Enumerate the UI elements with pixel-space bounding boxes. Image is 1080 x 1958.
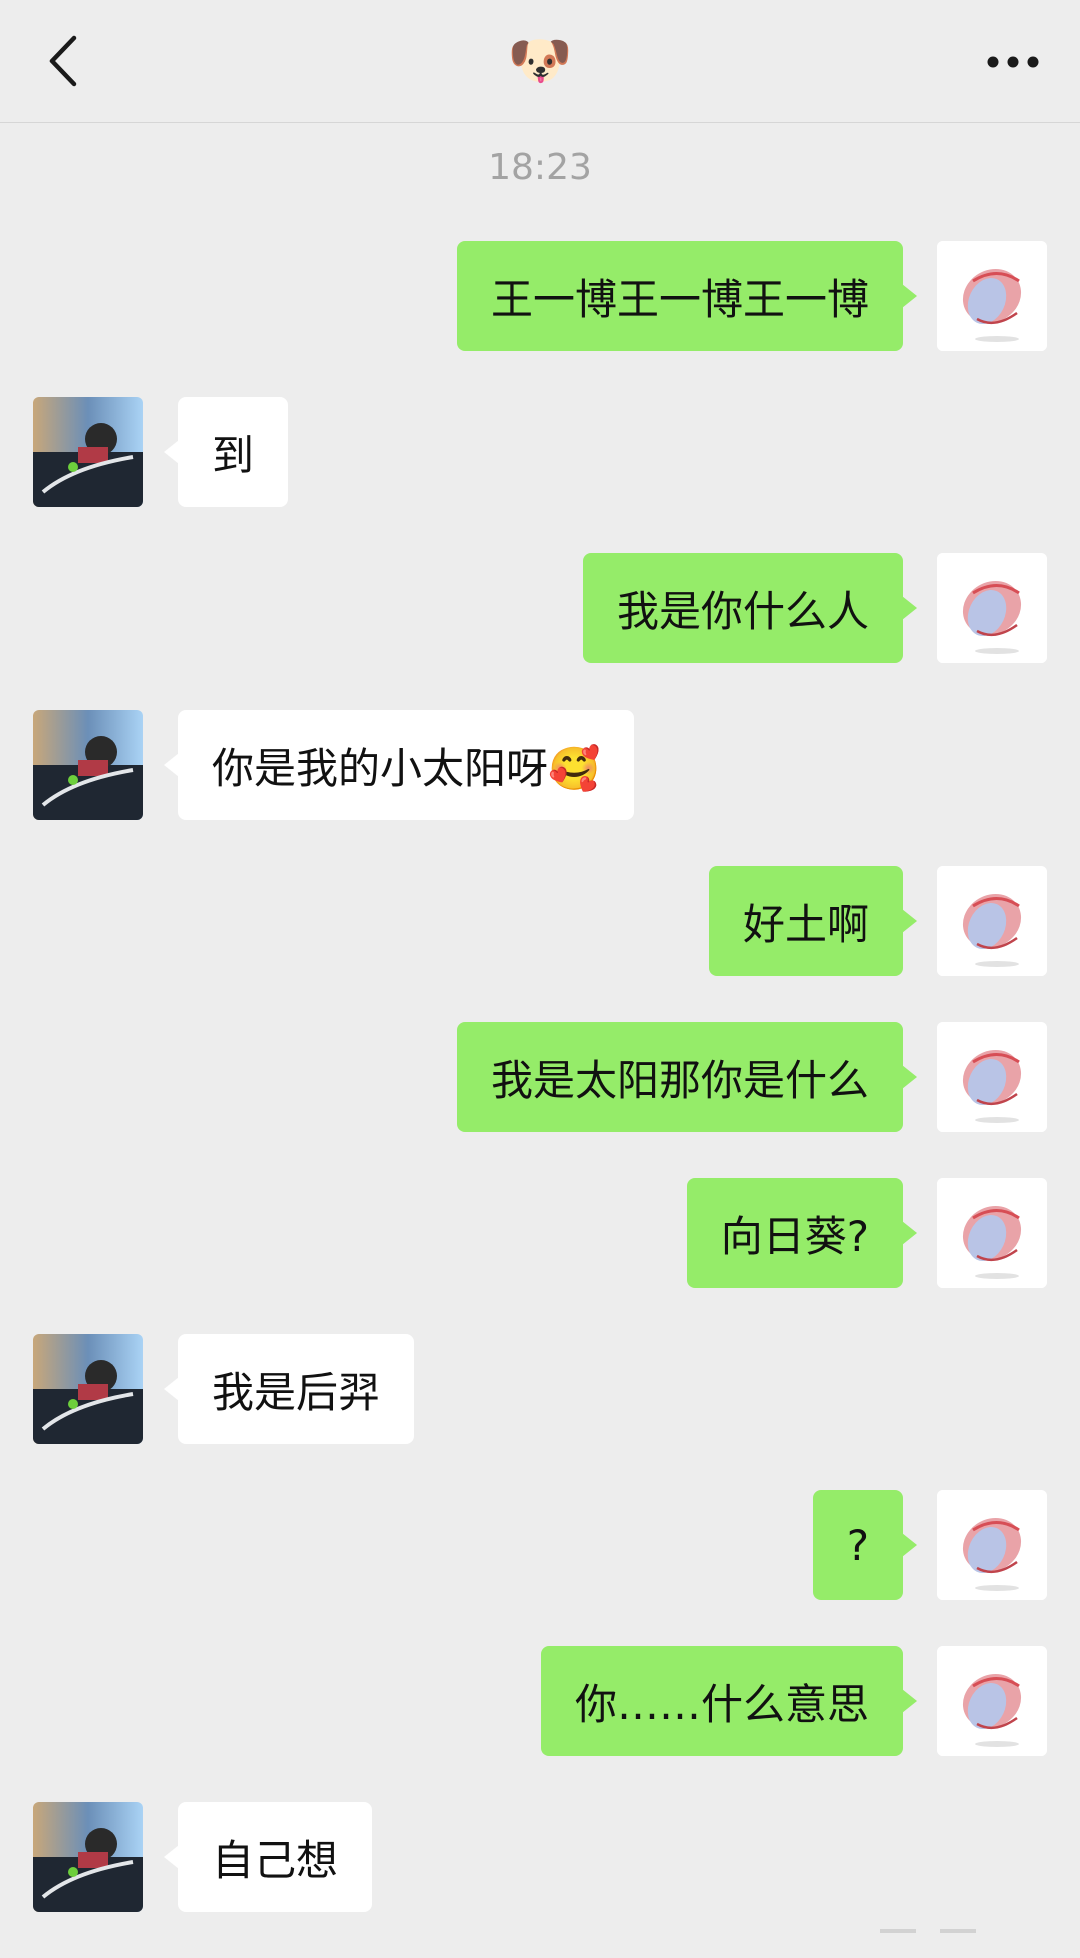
message-row: 王一博王一博王一博 <box>0 241 1080 353</box>
my-avatar[interactable] <box>937 1646 1047 1756</box>
chat-header: 🐶 <box>0 0 1080 123</box>
more-options-button[interactable] <box>986 40 1040 84</box>
message-row: 我是你什么人 <box>0 553 1080 665</box>
my-avatar[interactable] <box>937 1178 1047 1288</box>
received-message-bubble[interactable]: 自己想 <box>163 1802 373 1912</box>
my-avatar[interactable] <box>937 1022 1047 1132</box>
chevron-left-icon <box>49 35 77 87</box>
message-row: 向日葵? <box>0 1178 1080 1290</box>
sent-message-bubble[interactable]: 我是你什么人 <box>582 553 918 663</box>
my-avatar[interactable] <box>937 553 1047 663</box>
my-avatar[interactable] <box>937 241 1047 351</box>
message-row: ? <box>0 1490 1080 1602</box>
my-avatar[interactable] <box>937 1490 1047 1600</box>
message-row: 你是我的小太阳呀🥰 <box>0 710 1080 822</box>
contact-avatar[interactable] <box>33 710 143 820</box>
message-row: 好土啊 <box>0 866 1080 978</box>
message-timestamp: 18:23 <box>488 147 592 188</box>
message-row: 我是后羿 <box>0 1334 1080 1446</box>
message-row: 你……什么意思 <box>0 1646 1080 1758</box>
sent-message-bubble[interactable]: 我是太阳那你是什么 <box>456 1022 918 1132</box>
chat-title: 🐶 <box>507 31 573 91</box>
received-message-bubble[interactable]: 你是我的小太阳呀🥰 <box>163 710 635 820</box>
sent-message-bubble[interactable]: 王一博王一博王一博 <box>456 241 918 351</box>
more-dots-icon <box>987 56 1039 68</box>
watermark-bars-icon <box>860 1920 1080 1933</box>
received-message-bubble[interactable]: 我是后羿 <box>163 1334 415 1444</box>
back-button[interactable] <box>40 30 90 92</box>
message-row: 自己想 <box>0 1802 1080 1914</box>
contact-avatar[interactable] <box>33 1334 143 1444</box>
received-message-bubble[interactable]: 到 <box>163 397 289 507</box>
message-row: 我是太阳那你是什么 <box>0 1022 1080 1134</box>
sent-message-bubble[interactable]: 你……什么意思 <box>540 1646 918 1756</box>
sent-message-bubble[interactable]: ? <box>812 1490 918 1600</box>
contact-avatar[interactable] <box>33 1802 143 1912</box>
sent-message-bubble[interactable]: 向日葵? <box>686 1178 918 1288</box>
contact-avatar[interactable] <box>33 397 143 507</box>
my-avatar[interactable] <box>937 866 1047 976</box>
sent-message-bubble[interactable]: 好土啊 <box>708 866 918 976</box>
message-row: 到 <box>0 397 1080 509</box>
